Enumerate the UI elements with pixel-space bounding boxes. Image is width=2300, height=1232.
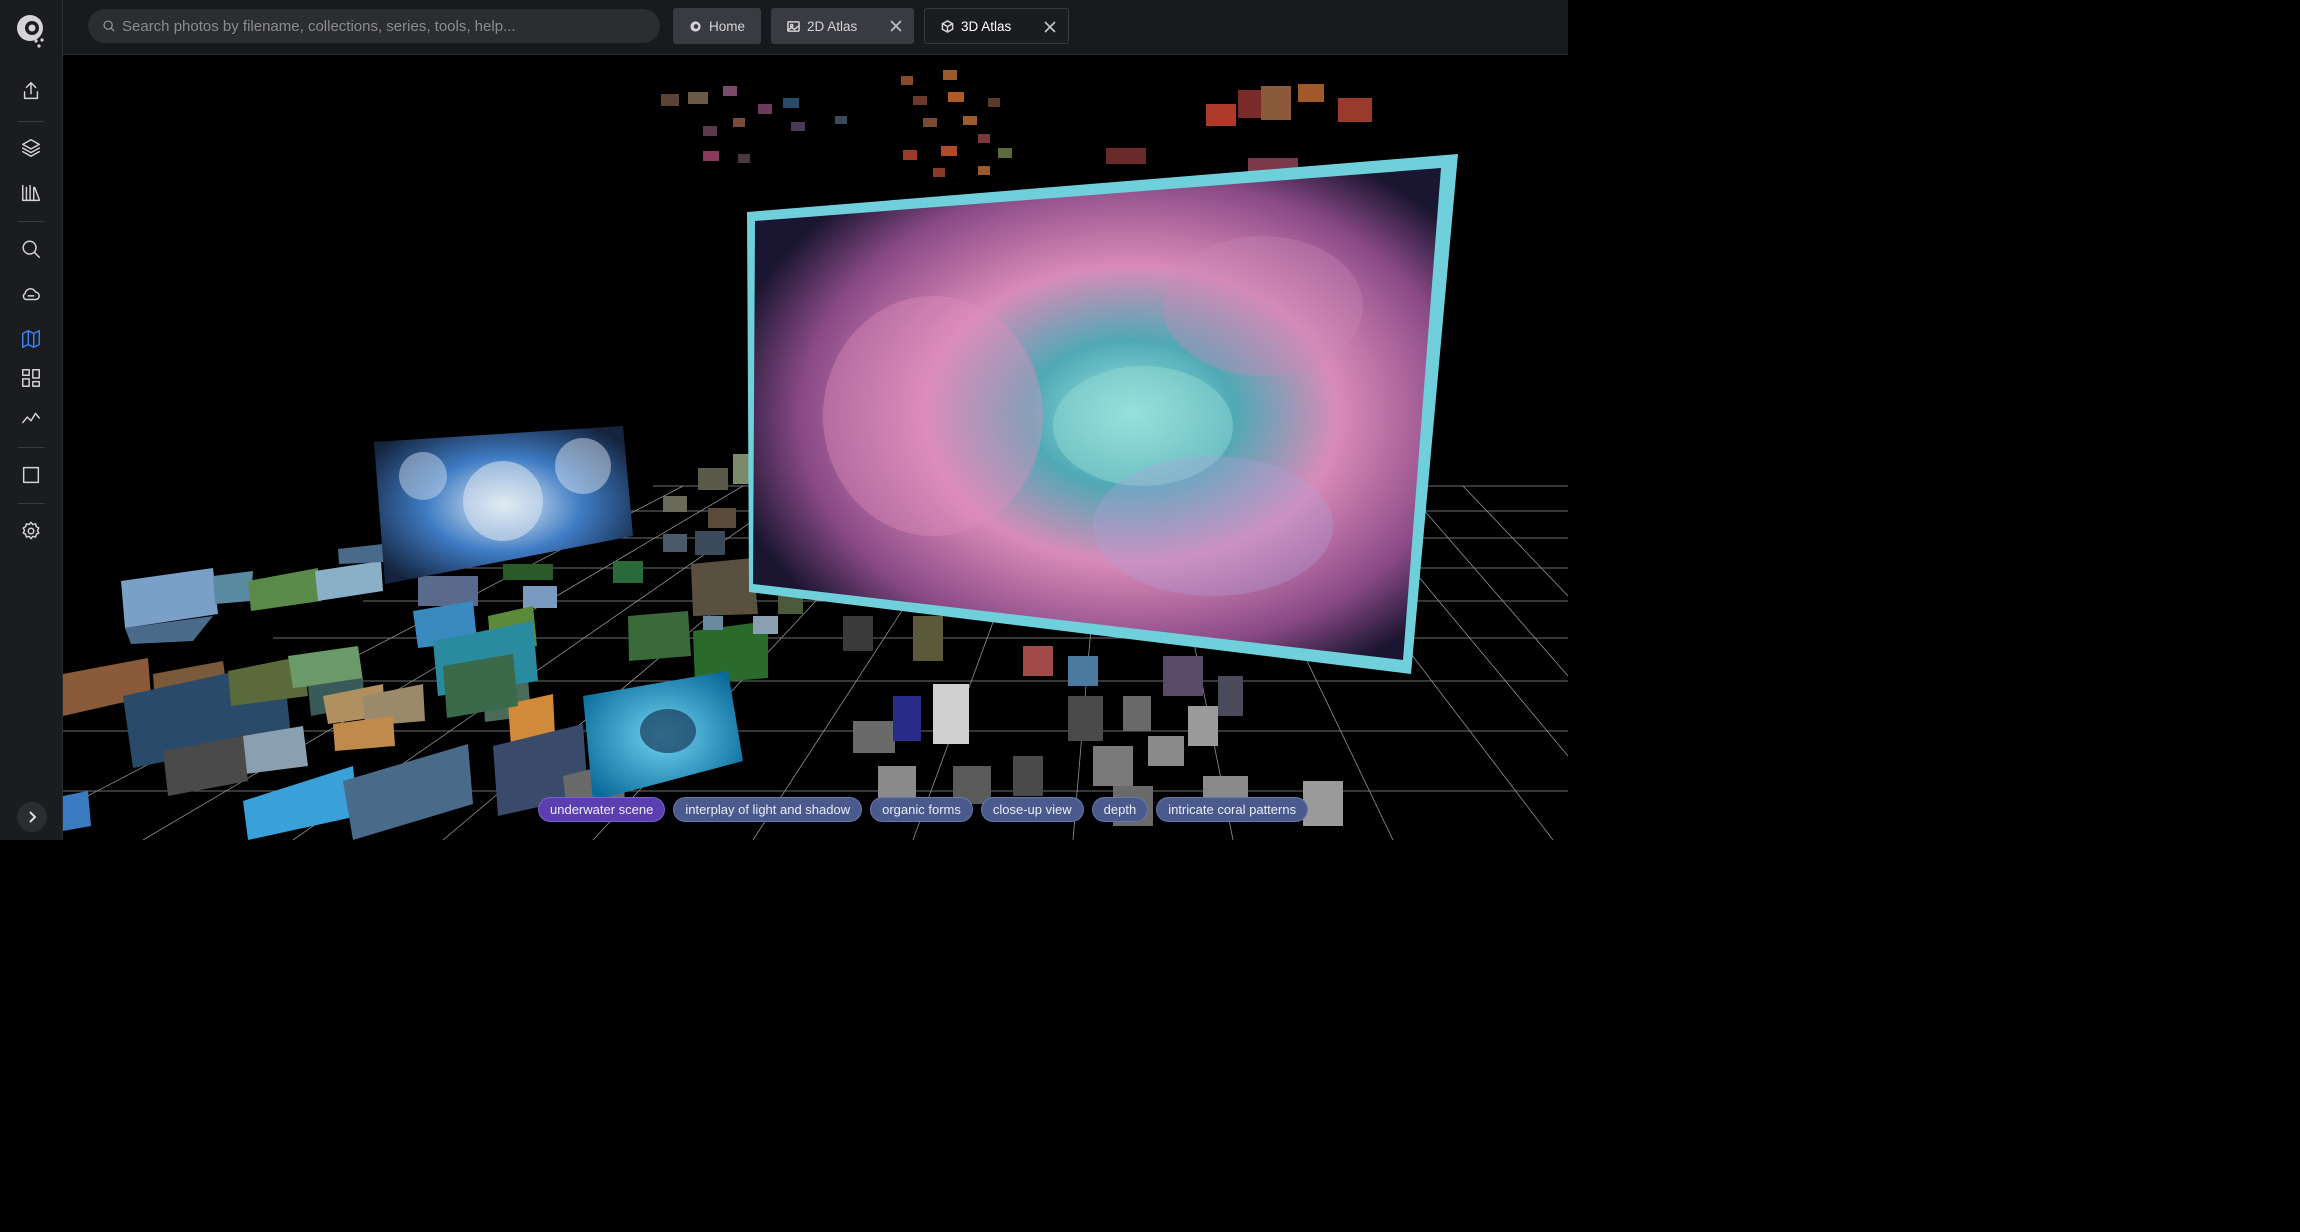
gear-icon — [22, 521, 40, 540]
grid-icon — [22, 369, 40, 387]
search-input[interactable] — [122, 17, 642, 35]
tab-home[interactable]: Home — [673, 8, 761, 44]
library-button[interactable] — [12, 176, 50, 210]
tab-label: Home — [709, 18, 746, 34]
tag-chip[interactable]: interplay of light and shadow — [673, 797, 863, 822]
close-tab-button[interactable] — [1042, 19, 1058, 35]
sidebar-divider — [18, 121, 44, 122]
layers-button[interactable] — [12, 131, 50, 165]
chevron-right-icon — [29, 811, 37, 823]
search-bar[interactable] — [88, 9, 660, 43]
close-tab-button[interactable] — [888, 18, 904, 34]
coral-photo[interactable] — [374, 426, 633, 584]
library-icon — [22, 184, 40, 202]
layers-icon — [22, 139, 40, 157]
square-icon — [22, 466, 40, 484]
app-logo-icon[interactable] — [14, 10, 48, 50]
tag-chip[interactable]: close-up view — [980, 797, 1084, 822]
tag-list: underwater scene interplay of light and … — [538, 797, 1309, 822]
cloud-icon — [22, 288, 40, 301]
scene-canvas[interactable] — [63, 56, 1568, 840]
sidebar — [0, 0, 63, 840]
logo-icon — [690, 20, 701, 32]
cube-icon — [941, 19, 954, 33]
tab-label: 3D Atlas — [961, 18, 1012, 34]
image-icon — [787, 20, 800, 32]
export-button[interactable] — [12, 74, 50, 108]
sidebar-divider — [18, 447, 44, 448]
tab-label: 2D Atlas — [807, 18, 858, 34]
map-button[interactable] — [12, 322, 50, 356]
tag-chip[interactable]: intricate coral patterns — [1156, 797, 1309, 822]
atlas-3d-viewport[interactable] — [63, 56, 1568, 840]
tag-chip[interactable]: depth — [1091, 797, 1149, 822]
chart-button[interactable] — [12, 401, 50, 435]
sidebar-divider — [18, 503, 44, 504]
top-bar: Home 2D Atlas 3D Atlas — [63, 0, 1568, 55]
distant-thumbnails — [661, 70, 1372, 177]
search-icon — [22, 240, 40, 258]
frame-button[interactable] — [12, 458, 50, 492]
tab-2d-atlas[interactable]: 2D Atlas — [771, 8, 914, 44]
sidebar-divider — [18, 221, 44, 222]
expand-sidebar-button[interactable] — [17, 802, 47, 832]
chart-line-icon — [22, 412, 40, 424]
close-icon — [1044, 21, 1056, 33]
tag-chip[interactable]: underwater scene — [538, 797, 666, 822]
search-icon — [103, 20, 115, 32]
cloud-button[interactable] — [12, 277, 50, 311]
map-icon — [22, 330, 40, 348]
search-button[interactable] — [12, 232, 50, 266]
settings-button[interactable] — [12, 514, 50, 548]
diver-photo[interactable] — [583, 671, 743, 801]
close-icon — [890, 20, 902, 32]
featured-photo-anemone[interactable] — [747, 154, 1458, 674]
grid-button[interactable] — [12, 361, 50, 395]
export-icon — [23, 82, 39, 100]
tab-3d-atlas[interactable]: 3D Atlas — [924, 8, 1069, 44]
tag-chip[interactable]: organic forms — [870, 797, 973, 822]
